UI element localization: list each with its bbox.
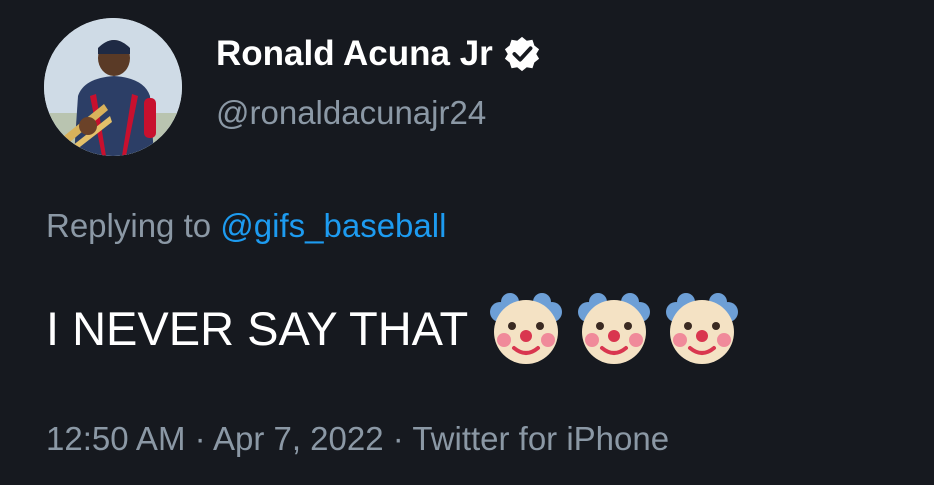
tweet-date[interactable]: Apr 7, 2022: [213, 420, 384, 457]
emoji-row: [486, 288, 742, 368]
author-avatar[interactable]: [44, 18, 182, 156]
clown-face-icon: [574, 288, 654, 368]
tweet-meta: 12:50 AM · Apr 7, 2022 · Twitter for iPh…: [46, 420, 669, 458]
meta-separator: ·: [383, 420, 413, 457]
verified-badge-icon: [503, 35, 541, 73]
tweet-source[interactable]: Twitter for iPhone: [412, 420, 669, 457]
baseball-player-avatar-icon: [44, 18, 182, 156]
clown-face-icon: [486, 288, 566, 368]
meta-separator: ·: [185, 420, 213, 457]
display-name-text: Ronald Acuna Jr: [216, 34, 493, 73]
clown-face-icon: [662, 288, 742, 368]
replying-to-prefix: Replying to: [46, 207, 212, 244]
tweet-time[interactable]: 12:50 AM: [46, 420, 185, 457]
replying-to-line: Replying to @gifs_baseball: [46, 207, 446, 245]
tweet-body: I NEVER SAY THAT: [46, 288, 742, 368]
tweet-text: I NEVER SAY THAT: [46, 301, 469, 355]
author-display-name[interactable]: Ronald Acuna Jr: [216, 34, 541, 74]
author-handle[interactable]: @ronaldacunajr24: [216, 94, 486, 132]
reply-mention-link[interactable]: @gifs_baseball: [220, 207, 446, 244]
